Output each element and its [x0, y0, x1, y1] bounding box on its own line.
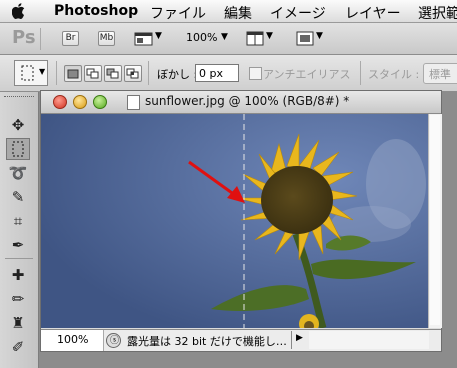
info-icon: ⓢ	[110, 336, 120, 346]
sunflower-image	[41, 114, 428, 328]
document-title: sunflower.jpg @ 100% (RGB/8#) *	[145, 94, 350, 108]
film-icon	[134, 32, 153, 46]
mini-bridge-label: Mb	[99, 33, 114, 43]
menu-app-name[interactable]: Photoshop	[54, 3, 138, 19]
new-selection-button[interactable]	[64, 65, 82, 82]
zoom-button[interactable]	[93, 95, 107, 109]
arrange-icon	[246, 31, 264, 46]
horizontal-scrollbar[interactable]	[309, 331, 429, 349]
ps-logo: Ps	[12, 27, 36, 48]
history-brush-tool-icon[interactable]: ✐	[6, 336, 30, 358]
clone-stamp-tool-icon[interactable]: ♜	[6, 312, 30, 334]
style-select[interactable]: 標準	[423, 63, 457, 84]
status-bar: 100% ⓢ 露光量は 32 bit だけで機能し… ▶	[41, 329, 441, 351]
tool-preset-picker[interactable]: ▼	[14, 60, 48, 86]
feather-input[interactable]: 0 px	[195, 64, 239, 82]
intersect-selection-button[interactable]	[124, 65, 142, 82]
zoom-value: 100%	[57, 333, 89, 346]
chevron-down-icon: ▼	[155, 31, 162, 41]
divider	[148, 61, 149, 85]
move-tool-icon[interactable]: ✥	[6, 114, 30, 136]
application-bar: Ps Br Mb ▼ 100% ▼ ▼ ▼	[0, 23, 457, 55]
subtract-selection-icon	[106, 68, 119, 79]
menu-image[interactable]: イメージ	[270, 3, 326, 23]
eyedropper-tool-icon[interactable]: ✒	[6, 234, 30, 256]
status-menu-button[interactable]: ⓢ	[106, 333, 121, 348]
chevron-down-icon: ▼	[39, 67, 46, 76]
screen-mode-menu[interactable]: ▼	[296, 31, 326, 47]
subtract-selection-button[interactable]	[104, 65, 122, 82]
new-selection-icon	[67, 69, 79, 79]
image-canvas[interactable]	[41, 114, 428, 328]
healing-brush-tool-icon[interactable]: ✚	[6, 264, 30, 286]
menu-layer[interactable]: レイヤー	[345, 3, 401, 23]
rect-marquee-tool-icon[interactable]	[6, 138, 30, 160]
status-popup-arrow[interactable]: ▶	[291, 331, 307, 349]
divider	[5, 258, 33, 259]
menu-file[interactable]: ファイル	[150, 3, 206, 23]
scroll-thumb[interactable]	[430, 115, 440, 325]
close-button[interactable]	[53, 95, 67, 109]
triangle-right-icon: ▶	[296, 333, 303, 343]
toolbox-grip[interactable]	[4, 96, 34, 100]
brush-tool-icon[interactable]: ✏	[6, 288, 30, 310]
bridge-label: Br	[65, 33, 76, 43]
menu-bar:  Photoshop ファイル 編集 イメージ レイヤー 選択範	[0, 0, 457, 23]
antialias-checkbox[interactable]	[249, 67, 262, 80]
zoom-level: 100%	[186, 31, 218, 44]
rect-marquee-icon	[21, 65, 34, 81]
mini-bridge-button[interactable]: Mb	[98, 31, 115, 46]
options-bar: ▼ ぼかし : 0 px アンチエイリアス スタイル : 標準	[0, 55, 457, 92]
divider	[360, 61, 361, 85]
chevron-down-icon: ▼	[221, 32, 228, 42]
document-window: sunflower.jpg @ 100% (RGB/8#) * 100% ⓢ 露…	[40, 90, 442, 352]
menu-select[interactable]: 選択範	[418, 3, 457, 23]
add-selection-button[interactable]	[84, 65, 102, 82]
lasso-tool-icon[interactable]: ➰	[6, 162, 30, 184]
intersect-selection-icon	[126, 68, 139, 79]
document-title-bar[interactable]: sunflower.jpg @ 100% (RGB/8#) *	[41, 91, 441, 114]
menu-edit[interactable]: 編集	[224, 3, 252, 23]
add-selection-icon	[86, 68, 99, 79]
minimize-button[interactable]	[73, 95, 87, 109]
feather-label: ぼかし :	[157, 68, 198, 81]
style-label: スタイル :	[368, 68, 420, 81]
bridge-button[interactable]: Br	[62, 31, 79, 46]
document-icon	[127, 95, 140, 110]
zoom-field[interactable]: 100%	[41, 330, 104, 351]
screen-mode-icon	[296, 31, 314, 46]
toolbox: ✥ ➰ ✎ ⌗ ✒ ✚ ✏ ♜ ✐	[0, 92, 39, 368]
divider	[56, 61, 57, 85]
status-text: 露光量は 32 bit だけで機能し…	[127, 335, 287, 348]
quick-selection-tool-icon[interactable]: ✎	[6, 186, 30, 208]
extras-menu[interactable]: ▼	[134, 31, 164, 47]
crop-tool-icon[interactable]: ⌗	[6, 210, 30, 232]
zoom-menu[interactable]: 100% ▼	[186, 31, 236, 47]
chevron-down-icon: ▼	[266, 31, 273, 41]
style-value: 標準	[429, 68, 451, 81]
apple-logo-icon[interactable]	[12, 3, 26, 19]
vertical-scrollbar[interactable]	[428, 114, 442, 328]
chevron-down-icon: ▼	[316, 31, 323, 41]
antialias-label: アンチエイリアス	[263, 68, 351, 81]
arrange-documents-menu[interactable]: ▼	[246, 31, 276, 47]
divider	[40, 28, 41, 50]
